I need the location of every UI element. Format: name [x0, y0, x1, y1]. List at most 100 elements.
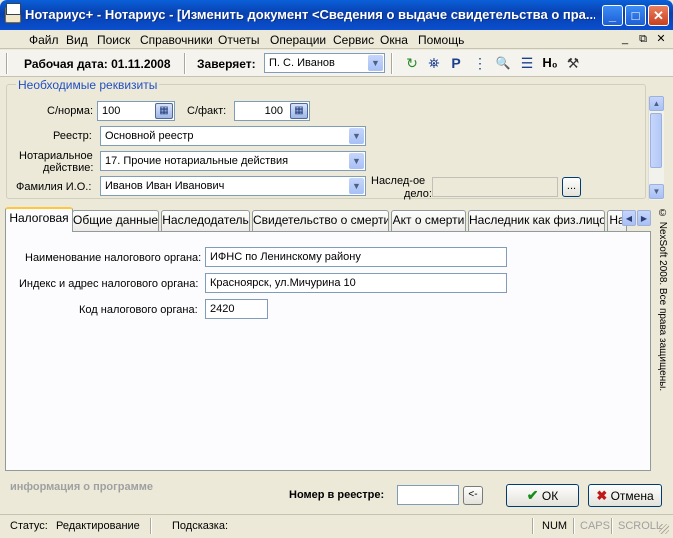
status-separator	[573, 518, 575, 534]
scroll-thumb[interactable]	[650, 113, 662, 168]
status-value: Редактирование	[56, 520, 140, 532]
menu-windows[interactable]: Окна	[380, 32, 408, 48]
fact-value: 100	[264, 105, 283, 117]
menu-view[interactable]: Вид	[66, 32, 88, 48]
chevron-down-icon[interactable]: ▼	[349, 128, 364, 144]
toolbar-separator	[391, 53, 393, 74]
tools-icon[interactable]: ⚒	[563, 53, 583, 73]
back-arrow-button[interactable]: <-	[463, 486, 483, 505]
cancel-x-icon: ✖	[596, 488, 608, 503]
inherit-label: Наслед-ое	[371, 175, 426, 187]
tab-death-act[interactable]: Акт о смерти	[391, 210, 466, 231]
registry-number-label: Номер в реестре:	[289, 489, 385, 501]
inherit-field	[432, 177, 558, 197]
group-scrollbar[interactable]: ▲ ▼	[648, 96, 664, 200]
fact-label: С/факт:	[187, 105, 227, 117]
menu-operations[interactable]: Операции	[270, 32, 326, 48]
binoculars-icon[interactable]: ⛯	[424, 53, 444, 73]
registry-number-field[interactable]	[397, 485, 459, 505]
inherit-browse-button[interactable]: ...	[562, 177, 581, 197]
mdi-minimize-icon[interactable]: _	[617, 32, 633, 46]
action-label-2: действие:	[43, 162, 94, 174]
tab-heir-person[interactable]: Наследник как физ.лицо	[468, 210, 605, 231]
tab-scroll-left-icon[interactable]: ◀	[622, 210, 636, 226]
tax-name-field[interactable]: ИФНС по Ленинскому району	[205, 247, 507, 267]
chevron-down-icon[interactable]: ▼	[368, 55, 383, 71]
minimize-button[interactable]: _	[602, 5, 623, 26]
toolbar-separator	[6, 53, 8, 74]
menu-reports[interactable]: Отчеты	[218, 32, 259, 48]
h-zero-icon[interactable]: H₀	[540, 53, 560, 73]
chevron-down-icon[interactable]: ▼	[349, 178, 364, 194]
bullet-list-icon[interactable]: ☰	[517, 53, 537, 73]
check-icon: ✔	[526, 487, 539, 503]
inherit-label-2: дело:	[404, 188, 432, 200]
maximize-button[interactable]: □	[625, 5, 646, 26]
menu-service[interactable]: Сервис	[333, 32, 374, 48]
action-label: Нотариальное	[19, 150, 93, 162]
calculator-icon[interactable]: ▦	[290, 103, 308, 119]
scroll-down-icon[interactable]: ▼	[649, 184, 664, 199]
group-caption: Необходимые реквизиты	[16, 78, 160, 92]
tax-address-value: Красноярск, ул.Мичурина 10	[210, 277, 356, 289]
num-indicator: NUM	[542, 520, 568, 532]
tab-scroller: ◀ ▶	[622, 210, 652, 227]
tax-code-value: 2420	[210, 303, 235, 315]
search-document-icon[interactable]: 🔍	[493, 53, 513, 73]
letter-p-icon[interactable]: P	[446, 53, 466, 73]
ok-button[interactable]: ✔ ОК	[506, 484, 579, 507]
menu-file[interactable]: Файл	[29, 32, 59, 48]
status-separator	[150, 518, 152, 534]
registry-label: Реестр:	[53, 130, 92, 142]
tab-general[interactable]: Общие данные	[72, 210, 159, 231]
certifies-label: Заверяет:	[197, 57, 256, 71]
tax-address-label: Индекс и адрес налогового органа:	[19, 278, 199, 290]
status-separator	[611, 518, 613, 534]
resize-grip[interactable]	[659, 524, 669, 534]
norm-label: С/норма:	[47, 105, 94, 117]
toolbar-separator	[184, 53, 186, 74]
mdi-close-icon[interactable]: ✕	[653, 32, 669, 46]
certifies-combo[interactable]: П. С. Иванов ▼	[264, 53, 385, 73]
status-separator	[532, 518, 534, 534]
tab-death-certificate[interactable]: Свидетельство о смерти	[252, 210, 389, 231]
menu-directories[interactable]: Справочники	[140, 32, 213, 48]
about-link[interactable]: информация о программе	[10, 481, 153, 493]
fio-label: Фамилия И.О.:	[16, 181, 92, 193]
menu-search[interactable]: Поиск	[97, 32, 130, 48]
menu-help[interactable]: Помощь	[418, 32, 464, 48]
calculator-icon[interactable]: ▦	[155, 103, 173, 119]
hint-label: Подсказка:	[172, 520, 229, 532]
action-value: 17. Прочие нотариальные действия	[105, 155, 289, 167]
fio-value: Иванов Иван Иванович	[105, 180, 225, 192]
registry-combo[interactable]: Основной реестр ▼	[100, 126, 366, 146]
certifies-value: П. С. Иванов	[269, 57, 335, 69]
tax-code-field[interactable]: 2420	[205, 299, 268, 319]
caps-indicator: CAPS	[580, 520, 610, 532]
mdi-restore-icon[interactable]: ⧉	[635, 32, 651, 46]
norm-value: 100	[102, 105, 121, 117]
cancel-label: Отмена	[610, 489, 654, 503]
tax-name-label: Наименование налогового органа:	[25, 252, 202, 264]
work-date-label: Рабочая дата: 01.11.2008	[24, 57, 171, 71]
tab-tax[interactable]: Налоговая	[5, 207, 73, 232]
chevron-down-icon[interactable]: ▼	[349, 153, 364, 169]
tax-address-field[interactable]: Красноярск, ул.Мичурина 10	[205, 273, 507, 293]
document-icon[interactable]	[6, 3, 21, 15]
scroll-indicator: SCROLL	[618, 520, 663, 532]
fio-combo[interactable]: Иванов Иван Иванович ▼	[100, 176, 366, 196]
action-combo[interactable]: 17. Прочие нотариальные действия ▼	[100, 151, 366, 171]
tax-name-value: ИФНС по Ленинскому району	[210, 251, 361, 263]
cancel-button[interactable]: ✖ Отмена	[588, 484, 662, 507]
refresh-icon[interactable]: ↻	[402, 53, 422, 73]
tab-panel-tax	[5, 231, 651, 471]
tree-list-icon[interactable]: ⋮	[470, 53, 490, 73]
registry-value: Основной реестр	[105, 130, 194, 142]
status-label: Статус:	[10, 520, 48, 532]
ok-label: ОК	[541, 489, 559, 503]
tab-testator[interactable]: Наследодатель	[161, 210, 250, 231]
close-button[interactable]: ✕	[648, 5, 669, 26]
tax-code-label: Код налогового органа:	[79, 304, 198, 316]
tab-scroll-right-icon[interactable]: ▶	[637, 210, 651, 226]
scroll-up-icon[interactable]: ▲	[649, 96, 664, 111]
